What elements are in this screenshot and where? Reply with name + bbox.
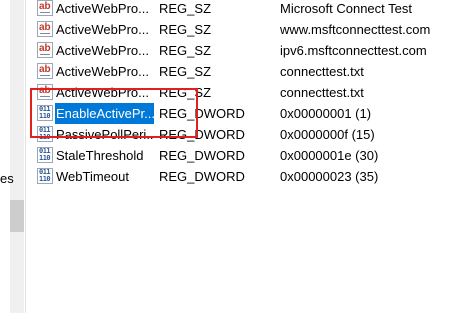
list-item[interactable]: 011 110 PassivePollPeri... REG_DWORD 0x00…: [32, 124, 461, 145]
dword-value-icon: 011 110: [37, 105, 53, 121]
value-type: REG_SZ: [159, 43, 212, 58]
value-type: REG_SZ: [159, 64, 212, 79]
string-value-icon: ab: [37, 63, 53, 79]
dword-value-icon: 011 110: [37, 126, 53, 142]
value-type: REG_SZ: [159, 22, 212, 37]
value-name[interactable]: WebTimeout: [55, 166, 154, 187]
dword-value-icon: 011 110: [37, 147, 53, 163]
value-data: connecttest.txt: [280, 64, 364, 79]
value-data: ipv6.msftconnecttest.com: [280, 43, 427, 58]
tree-item-partial[interactable]: es: [0, 171, 14, 186]
value-data: 0x00000023 (35): [280, 169, 379, 184]
value-data: Microsoft Connect Test: [280, 1, 412, 16]
value-type: REG_SZ: [159, 85, 212, 100]
string-value-icon: ab: [37, 0, 53, 16]
values-list: ab ActiveWebPro... REG_SZ Microsoft Conn…: [32, 0, 461, 313]
string-value-icon: ab: [37, 21, 53, 37]
value-type: REG_SZ: [159, 1, 212, 16]
list-item[interactable]: ab ActiveWebPro... REG_SZ ipv6.msftconne…: [32, 40, 461, 61]
value-name[interactable]: ActiveWebPro...: [55, 0, 154, 19]
value-name[interactable]: EnableActivePr...: [55, 103, 154, 124]
value-data: 0x00000001 (1): [280, 106, 372, 121]
value-data: 0x0000001e (30): [280, 148, 379, 163]
string-value-icon: ab: [37, 84, 53, 100]
value-name[interactable]: ActiveWebPro...: [55, 61, 154, 82]
value-type: REG_DWORD: [159, 148, 245, 163]
value-data: 0x0000000f (15): [280, 127, 375, 142]
list-item[interactable]: ab ActiveWebPro... REG_SZ www.msftconnec…: [32, 19, 461, 40]
dword-value-icon: 011 110: [37, 168, 53, 184]
list-item-selected[interactable]: 011 110 EnableActivePr... REG_DWORD 0x000…: [32, 103, 461, 124]
string-value-icon: ab: [37, 42, 53, 58]
list-item[interactable]: 011 110 WebTimeout REG_DWORD 0x00000023 (…: [32, 166, 461, 187]
value-type: REG_DWORD: [159, 127, 245, 142]
list-item[interactable]: ab ActiveWebPro... REG_SZ Microsoft Conn…: [32, 0, 461, 19]
value-name[interactable]: ActiveWebPro...: [55, 19, 154, 40]
tree-scrollbar-thumb[interactable]: [10, 200, 24, 232]
list-item[interactable]: 011 110 StaleThreshold REG_DWORD 0x000000…: [32, 145, 461, 166]
value-type: REG_DWORD: [159, 169, 245, 184]
value-name[interactable]: ActiveWebPro...: [55, 82, 154, 103]
tree-scrollbar[interactable]: [10, 0, 24, 313]
value-name[interactable]: ActiveWebPro...: [55, 40, 154, 61]
value-data: connecttest.txt: [280, 85, 364, 100]
value-name[interactable]: PassivePollPeri...: [55, 124, 154, 145]
value-data: www.msftconnecttest.com: [280, 22, 431, 37]
list-item[interactable]: ab ActiveWebPro... REG_SZ connecttest.tx…: [32, 82, 461, 103]
value-name[interactable]: StaleThreshold: [55, 145, 154, 166]
tree-pane: es: [0, 0, 25, 313]
list-item[interactable]: ab ActiveWebPro... REG_SZ connecttest.tx…: [32, 61, 461, 82]
value-type: REG_DWORD: [159, 106, 245, 121]
